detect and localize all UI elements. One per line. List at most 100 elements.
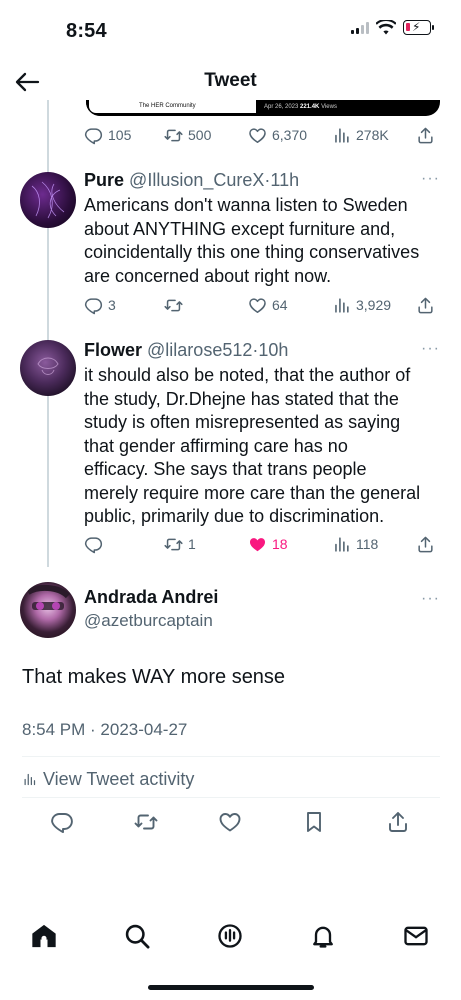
status-icons: ⚡ [351,20,434,35]
like-icon [248,126,267,145]
like-button[interactable]: 6,370 [248,126,332,145]
media-caption: The HER Community [139,103,196,109]
messages-icon[interactable] [402,922,430,950]
reply-icon[interactable] [50,810,74,834]
bookmark-icon[interactable] [302,810,326,834]
tweet-actions: 1 18 118 [84,533,444,555]
tweet-time: 11h [270,170,300,190]
views-count: 3,929 [356,297,392,313]
views-icon [332,296,351,315]
share-button[interactable] [416,296,435,315]
like-filled-icon [248,535,267,554]
reply-button[interactable] [84,535,164,554]
avatar[interactable] [20,582,76,638]
like-count: 6,370 [272,127,308,143]
search-icon[interactable] [123,922,151,950]
spaces-icon[interactable] [216,922,244,950]
more-options-icon[interactable]: ··· [421,590,440,608]
views-count: 278K [356,127,389,143]
retweet-icon[interactable] [134,810,158,834]
views-button[interactable]: 278K [332,126,416,145]
share-icon [416,535,435,554]
media-date: Apr 26, 2023 [264,104,299,110]
author-name[interactable]: Flower [84,340,142,360]
retweet-icon [164,126,183,145]
thread-line [47,100,49,567]
status-time: 8:54 [66,20,107,42]
retweet-button[interactable] [164,296,248,315]
author-handle[interactable]: @Illusion_CureX [129,170,264,190]
tweet-text-line: about ANYTHING except furniture and, [84,218,396,239]
reply-icon [84,535,103,554]
tweet-text-line: coincidentally this one thing conservati… [84,242,420,262]
reply-icon [84,296,103,315]
tweet-text-line: efficacy. She says that trans people [84,459,367,479]
share-button[interactable] [416,126,435,145]
page-title: Tweet [204,70,257,91]
tweet-actions: 105 500 6,370 278K [84,124,444,146]
views-icon [332,535,351,554]
share-button[interactable] [416,535,435,554]
home-icon[interactable] [30,922,58,950]
like-count: 18 [272,536,288,552]
tweet-actions: 3 64 3,929 [84,294,444,316]
tweet-text-line: that gender affirming care has no [84,435,348,456]
share-icon [416,126,435,145]
reply-count: 105 [108,127,132,143]
activity-label: View Tweet activity [43,769,195,789]
avatar[interactable] [20,340,76,396]
tweet-text-line: study is often misrepresented as saying [84,412,401,432]
tweet-media-image[interactable]: The HER Community Apr 26, 2023 221.4K Vi… [86,100,440,116]
like-icon[interactable] [218,810,242,834]
divider [22,797,440,798]
retweet-count: 500 [188,127,212,143]
tweet-text-line: the study, Dr.Dhejne has stated that the [84,388,399,409]
views-count: 118 [356,536,379,552]
tweet-time: 10h [258,340,289,360]
views-button[interactable]: 118 [332,535,416,554]
like-button[interactable]: 18 [248,535,332,554]
more-options-icon[interactable]: ··· [421,340,440,358]
bottom-tab-bar [30,922,430,950]
tweet-text-line: Americans don't wanna listen to Sweden [84,195,408,215]
reply-count: 3 [108,297,116,313]
reply-button[interactable]: 3 [84,296,164,315]
avatar[interactable] [20,172,76,228]
retweet-icon [164,535,183,554]
tweet-text-line: are concerned about right now. [84,265,332,286]
tweet-text-line: it should also be noted, that the author… [84,365,411,385]
signal-icon [351,21,369,34]
views-icon [332,126,351,145]
like-button[interactable]: 64 [248,296,332,315]
more-options-icon[interactable]: ··· [421,170,440,188]
share-icon [416,296,435,315]
wifi-icon [376,20,396,35]
battery-icon: ⚡ [403,20,434,35]
back-arrow-icon[interactable] [14,70,40,94]
author-handle[interactable]: @lilarose512 [147,340,252,360]
tweet-text: That makes WAY more sense [22,666,286,688]
tweet-text-line: merely require more care than the genera… [84,482,421,503]
views-button[interactable]: 3,929 [332,296,416,315]
share-icon[interactable] [386,810,410,834]
home-indicator [148,985,314,990]
retweet-button[interactable]: 500 [164,126,248,145]
author-handle[interactable]: @azetburcaptain [84,611,213,631]
media-views-label: Views [321,104,337,110]
like-count: 64 [272,297,288,313]
notifications-icon[interactable] [309,922,337,950]
tweet-author: Pure @Illusion_CureX·11h [84,170,299,191]
reply-icon [84,126,103,145]
retweet-count: 1 [188,536,196,552]
retweet-icon [164,296,183,315]
tweet-text: Americans don't wanna listen to Sweden a… [84,194,444,288]
retweet-button[interactable]: 1 [164,535,248,554]
like-icon [248,296,267,315]
tweet-timestamp[interactable]: 8:54 PM · 2023-04-27 [22,720,187,740]
tweet-text: it should also be noted, that the author… [84,364,444,529]
reply-button[interactable]: 105 [84,126,164,145]
tweet-text-line: public, primarily due to discrimination. [84,506,385,526]
author-name[interactable]: Andrada Andrei [84,587,218,608]
author-name[interactable]: Pure [84,170,124,190]
view-tweet-activity-link[interactable]: View Tweet activity [22,769,194,790]
